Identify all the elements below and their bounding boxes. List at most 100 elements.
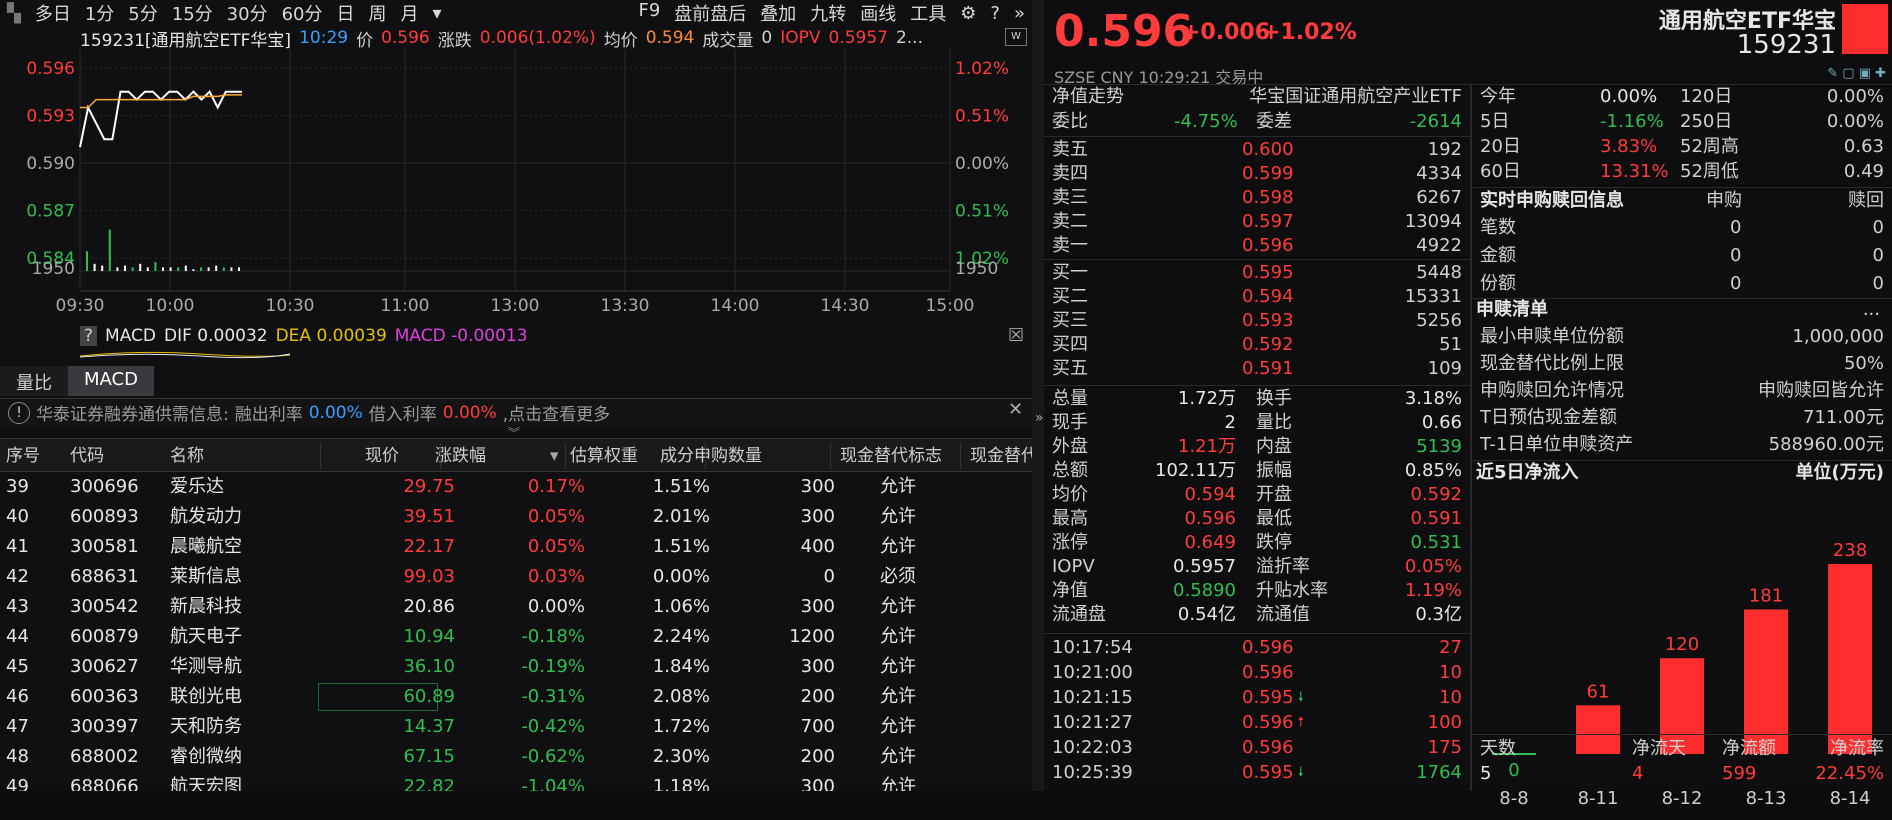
period-4[interactable]: 30分: [220, 0, 275, 26]
x-tick: 11:00: [381, 296, 430, 316]
table-row[interactable]: 41 300581 晨曦航空 22.17 0.05% 1.51% 400 允许: [0, 532, 1032, 562]
bid-price[interactable]: 0.591: [1242, 357, 1294, 381]
right-panel: 0.596 +0.006 +1.02% 通用航空ETF华宝 159231 SZS…: [1044, 0, 1892, 809]
margin-notice[interactable]: ! 华泰证券融券通供需信息: 融出利率 0.00% 借入利率 0.00% ,点击…: [0, 398, 1032, 426]
tab-volume-ratio[interactable]: 量比: [0, 366, 68, 396]
stat-value: 0.531: [1410, 532, 1462, 553]
period-more-icon[interactable]: ▾: [425, 3, 448, 24]
col-header-8[interactable]: 现金替代: [970, 439, 1038, 473]
wc-value: -2614: [1409, 111, 1462, 132]
macd-help-icon[interactable]: ?: [80, 326, 98, 346]
period-7[interactable]: 周: [361, 0, 393, 26]
macd-label: MACD: [105, 326, 156, 346]
cell-qty: 300: [800, 506, 835, 527]
table-row[interactable]: 40 600893 航发动力 39.51 0.05% 2.01% 300 允许: [0, 502, 1032, 532]
ask-price[interactable]: 0.596: [1242, 234, 1294, 258]
bid-label: 买四: [1052, 334, 1088, 355]
col-header-0[interactable]: 序号: [6, 439, 40, 473]
cell-change: -0.18%: [521, 626, 585, 647]
volume-bar: [101, 265, 104, 271]
sort-desc-icon[interactable]: ▾: [550, 439, 559, 473]
period-3[interactable]: 15分: [165, 0, 220, 26]
cell-qty: 300: [800, 656, 835, 677]
tab-macd[interactable]: MACD: [68, 366, 154, 396]
splitter-arrow-icon[interactable]: »: [1035, 410, 1044, 426]
col-header-1[interactable]: 代码: [70, 439, 104, 473]
table-row[interactable]: 42 688631 莱斯信息 99.03 0.03% 0.00% 0 必须: [0, 562, 1032, 592]
bid-price[interactable]: 0.593: [1242, 309, 1294, 333]
period-1[interactable]: 1分: [78, 0, 121, 26]
splitter[interactable]: [1032, 0, 1044, 791]
flow-bar-value: 120: [1665, 634, 1699, 655]
table-row[interactable]: 44 600879 航天电子 10.94 -0.18% 2.24% 1200 允许: [0, 622, 1032, 652]
intraday-chart[interactable]: 0.596 1.02% 0.593 0.51% 0.590 0.00% 0.587 0.51%…: [0, 26, 1032, 321]
table-row[interactable]: 48 688002 睿创微纳 67.15 -0.62% 2.30% 200 允许: [0, 742, 1032, 772]
ask-price[interactable]: 0.598: [1242, 186, 1294, 210]
table-row[interactable]: 43 300542 新晨科技 20.86 0.00% 1.06% 300 允许: [0, 592, 1032, 622]
bid-price[interactable]: 0.594: [1242, 285, 1294, 309]
flow-bar[interactable]: [1744, 609, 1788, 754]
toolbar-btn-1[interactable]: 盘前盘后: [667, 0, 753, 26]
ask-price[interactable]: 0.599: [1242, 162, 1294, 186]
col-header-3[interactable]: 现价: [365, 439, 399, 473]
x-tick: 10:30: [266, 296, 315, 316]
sr-sell: 0: [1872, 217, 1884, 238]
period-6[interactable]: 日: [329, 0, 361, 26]
bid-price[interactable]: 0.595: [1242, 261, 1294, 285]
toolbar-btn-2[interactable]: 叠加: [753, 0, 803, 26]
col-header-7[interactable]: 现金替代标志: [840, 439, 942, 473]
ask-price[interactable]: 0.597: [1242, 210, 1294, 234]
cell-price: 39.51: [403, 506, 455, 527]
nav-label[interactable]: 净值走势: [1052, 85, 1124, 109]
flow-bar-value: 181: [1749, 586, 1783, 607]
table-row[interactable]: 47 300397 天和防务 14.37 -0.42% 1.72% 700 允许: [0, 712, 1032, 742]
cell-price: 36.10: [403, 656, 455, 677]
period-8[interactable]: 月: [393, 0, 425, 26]
col-header-4[interactable]: 涨跌幅: [435, 439, 486, 473]
toolbar-btn-0[interactable]: F9: [631, 0, 667, 26]
cell-seq: 47: [6, 716, 29, 737]
period-2[interactable]: 5分: [121, 0, 164, 26]
tick-price: 0.596: [1242, 662, 1294, 683]
cell-weight: 1.72%: [652, 716, 710, 737]
list-more-icon[interactable]: ...: [1863, 298, 1880, 322]
table-row[interactable]: 45 300627 华测导航 36.10 -0.19% 1.84% 300 允许: [0, 652, 1032, 682]
table-row[interactable]: 39 300696 爱乐达 29.75 0.17% 1.51% 300 允许: [0, 472, 1032, 502]
bid-price[interactable]: 0.592: [1242, 333, 1294, 357]
holdings-table-header: 序号 代码 名称 现价 涨跌幅 估算权重 成分申购数量 现金替代标志 现金替代 ▾: [0, 438, 1038, 473]
help-icon[interactable]: ?: [983, 3, 1007, 24]
tick-time: 10:21:15: [1052, 687, 1133, 708]
cell-qty: 1200: [789, 626, 835, 647]
macd-close-icon[interactable]: ☒: [1008, 325, 1024, 346]
cell-qty: 400: [800, 536, 835, 557]
ask-volume: 13094: [1404, 211, 1462, 232]
list-title: 申赎清单: [1476, 299, 1548, 320]
notice-more[interactable]: ,点击查看更多: [503, 400, 610, 425]
table-row[interactable]: 49 688066 航天宏图 22.82 -1.04% 1.18% 300 允许: [0, 772, 1032, 791]
x-tick: 13:00: [491, 296, 540, 316]
col-sep: [960, 443, 961, 469]
col-header-2[interactable]: 名称: [170, 439, 204, 473]
tick-price: 0.596: [1242, 637, 1294, 658]
color-tag[interactable]: [1842, 4, 1888, 54]
ask-price[interactable]: 0.600: [1242, 138, 1294, 162]
col-header-5[interactable]: 估算权重: [570, 439, 638, 473]
panel-icons[interactable]: ✎ ▢ ▣ ✚: [1827, 66, 1886, 81]
col-header-6[interactable]: 成分申购数量: [660, 439, 762, 473]
flow-bar[interactable]: [1828, 564, 1872, 754]
table-row[interactable]: 46 600363 联创光电 60.89 -0.31% 2.08% 200 允许: [0, 682, 1032, 712]
toolbar-btn-4[interactable]: 画线: [853, 0, 903, 26]
settings-icon[interactable]: ⚙: [953, 3, 983, 24]
stat-value: 0.05%: [1404, 556, 1462, 577]
collapse-icon[interactable]: »: [1007, 3, 1032, 24]
period-0[interactable]: 多日: [28, 0, 78, 26]
x-tick: 10:00: [146, 296, 195, 316]
cell-price: 99.03: [403, 566, 455, 587]
wb-value: -4.75%: [1174, 111, 1238, 132]
period-5[interactable]: 60分: [275, 0, 330, 26]
stat-value: 3.18%: [1404, 388, 1462, 409]
toolbar-btn-5[interactable]: 工具: [903, 0, 953, 26]
notice-close-icon[interactable]: ✕: [1008, 399, 1023, 420]
toolbar-btn-3[interactable]: 九转: [803, 0, 853, 26]
tick-volume: 175: [1427, 737, 1462, 758]
